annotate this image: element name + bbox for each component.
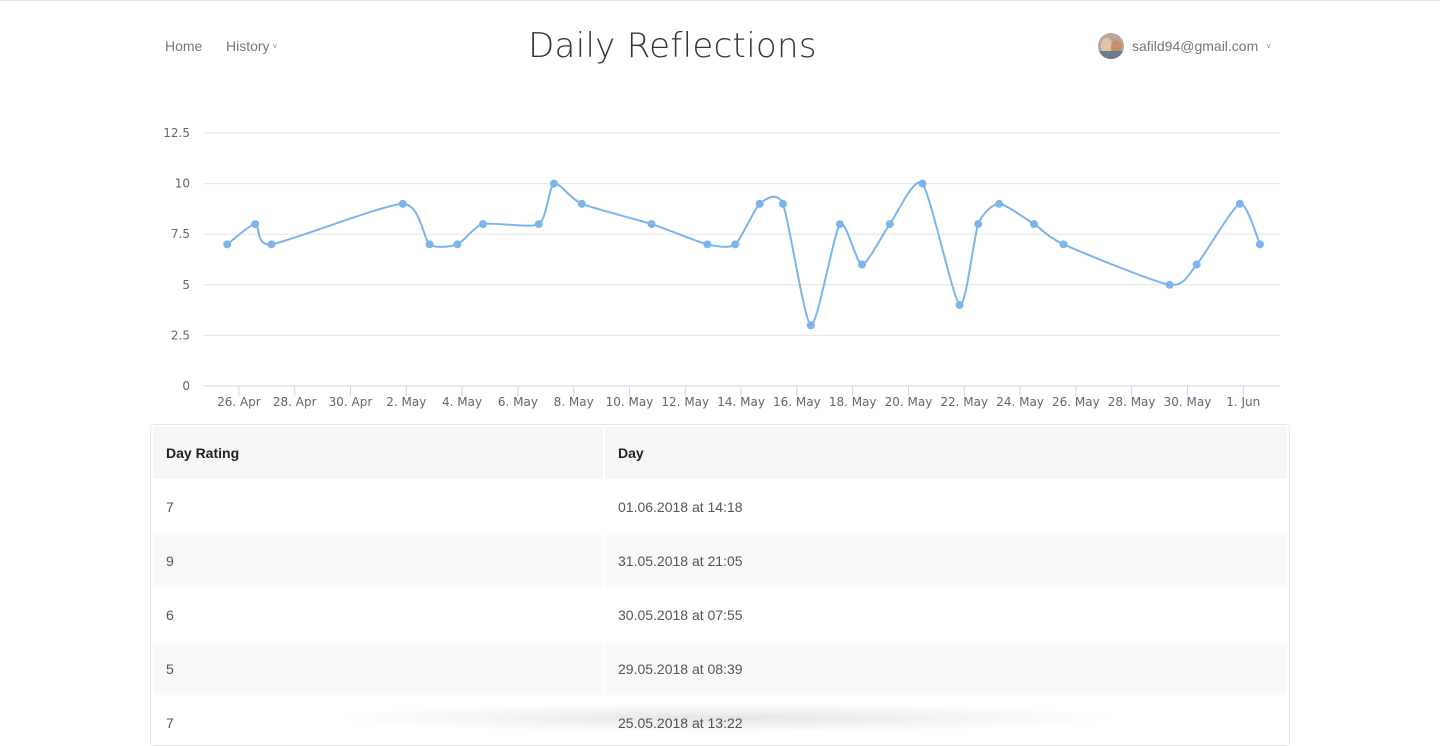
x-tick-label: 10. May — [606, 395, 654, 409]
rating-chart: 0 2.5 5 7.5 10 12.5 26. Apr 28. Apr 30. Apr 2. Ma… — [163, 126, 1280, 409]
cell-day: 30.05.2018 at 07:55 — [605, 589, 1287, 641]
data-point — [1165, 280, 1174, 289]
data-point — [398, 199, 407, 208]
ratings-table: Day Rating Day 7 01.06.2018 at 14:18 9 3… — [150, 424, 1290, 746]
x-tick-label: 26. May — [1052, 395, 1100, 409]
table-row: 5 29.05.2018 at 08:39 — [153, 643, 1287, 695]
cell-rating: 7 — [153, 481, 603, 533]
data-point — [1030, 220, 1039, 229]
x-tick-label: 4. May — [442, 395, 482, 409]
data-point — [755, 199, 764, 208]
data-point — [1059, 240, 1068, 249]
x-tick-label: 8. May — [554, 395, 594, 409]
data-point — [885, 220, 894, 229]
series-line — [226, 181, 1261, 327]
cell-day: 01.06.2018 at 14:18 — [605, 481, 1287, 533]
y-tick-label: 0 — [182, 379, 190, 393]
x-tick-label: 6. May — [498, 395, 538, 409]
data-point — [1255, 240, 1264, 249]
data-point — [857, 260, 866, 269]
x-tick-label: 30. Apr — [329, 395, 373, 409]
chevron-down-icon: ˅ — [1266, 41, 1271, 51]
x-tick-label: 28. May — [1108, 395, 1156, 409]
user-email: safild94@gmail.com — [1132, 38, 1259, 54]
cell-rating: 7 — [153, 697, 603, 745]
data-point — [703, 240, 712, 249]
data-point — [479, 220, 488, 229]
cell-rating: 5 — [153, 643, 603, 695]
table-row: 7 01.06.2018 at 14:18 — [153, 481, 1287, 533]
data-point — [835, 220, 844, 229]
data-point — [534, 220, 543, 229]
data-point — [778, 199, 787, 208]
data-point — [223, 240, 232, 249]
table-row: 7 25.05.2018 at 13:22 — [153, 697, 1287, 745]
x-tick-label: 22. May — [940, 395, 988, 409]
cell-day: 29.05.2018 at 08:39 — [605, 643, 1287, 695]
user-menu[interactable]: safild94@gmail.com ˅ — [1098, 33, 1271, 59]
y-tick-label: 2.5 — [171, 328, 190, 342]
cell-day: 25.05.2018 at 13:22 — [605, 697, 1287, 745]
x-tick-label: 16. May — [773, 395, 821, 409]
ratings-table-grid: Day Rating Day 7 01.06.2018 at 14:18 9 3… — [151, 425, 1289, 745]
data-point — [1235, 199, 1244, 208]
data-point — [251, 220, 260, 229]
data-point — [425, 240, 434, 249]
data-point — [974, 220, 983, 229]
data-point — [955, 301, 964, 310]
x-tick-label: 24. May — [996, 395, 1044, 409]
table-row: 9 31.05.2018 at 21:05 — [153, 535, 1287, 587]
y-tick-label: 12.5 — [163, 126, 190, 140]
table-header-row: Day Rating Day — [153, 427, 1287, 479]
x-tick-label: 18. May — [829, 395, 877, 409]
table-row: 6 30.05.2018 at 07:55 — [153, 589, 1287, 641]
data-point — [549, 179, 558, 188]
header-day-rating: Day Rating — [153, 427, 603, 479]
data-point — [267, 240, 276, 249]
data-point — [1192, 260, 1201, 269]
x-tick-label: 20. May — [885, 395, 933, 409]
top-border — [0, 0, 1440, 1]
y-tick-label: 7.5 — [171, 227, 190, 241]
data-point — [577, 199, 586, 208]
data-point — [731, 240, 740, 249]
x-tick-label: 12. May — [661, 395, 709, 409]
cell-day: 31.05.2018 at 21:05 — [605, 535, 1287, 587]
x-tick-label: 28. Apr — [273, 395, 317, 409]
header-day: Day — [605, 427, 1287, 479]
x-tick-label: 26. Apr — [217, 395, 261, 409]
x-tick-label: 14. May — [717, 395, 765, 409]
cell-rating: 9 — [153, 535, 603, 587]
cell-rating: 6 — [153, 589, 603, 641]
y-tick-label: 5 — [182, 278, 190, 292]
data-point — [806, 321, 815, 330]
x-tick-label: 2. May — [386, 395, 426, 409]
avatar — [1098, 33, 1124, 59]
data-point — [647, 220, 656, 229]
x-tick-label: 1. Jun — [1226, 395, 1260, 409]
data-point — [453, 240, 462, 249]
data-point — [918, 179, 927, 188]
data-point — [995, 199, 1004, 208]
y-tick-label: 10 — [175, 177, 190, 191]
x-tick-label: 30. May — [1164, 395, 1212, 409]
